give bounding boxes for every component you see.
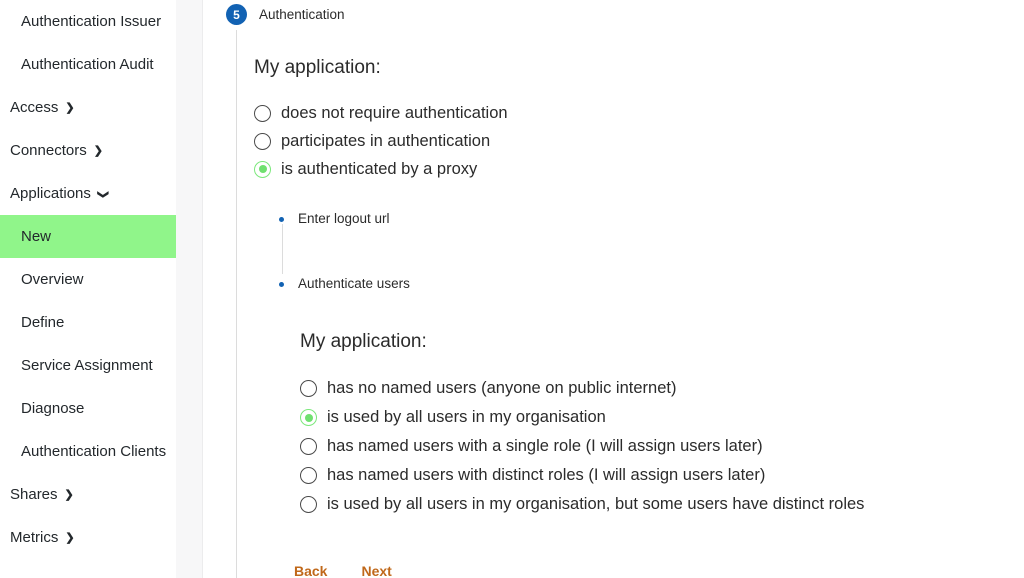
radio-icon[interactable] (254, 105, 271, 122)
sidebar-item-authentication-issuer[interactable]: Authentication Issuer (0, 0, 176, 43)
sidebar-item-label: Authentication Issuer (21, 14, 161, 29)
content-left-margin (203, 0, 222, 578)
sidebar-item-label: Overview (21, 272, 84, 287)
step-header: 5 Authentication (226, 4, 345, 25)
radio-option-label: has no named users (anyone on public int… (327, 380, 676, 397)
sidebar-item-label: Connectors (10, 143, 87, 158)
sidebar-item-overview[interactable]: Overview (0, 258, 176, 301)
radio-option-is-authenticated-by-a-proxy[interactable]: is authenticated by a proxy (254, 155, 1024, 183)
chevron-right-icon (94, 144, 103, 157)
radio-option-named-users-distinct-roles[interactable]: has named users with distinct roles (I w… (300, 461, 1024, 490)
sidebar-item-label: Authentication Audit (21, 57, 154, 72)
main-content: 5 Authentication My application: does no… (222, 0, 1024, 578)
chevron-right-icon (65, 101, 74, 114)
sidebar-item-new[interactable]: New (0, 215, 176, 258)
auth-mode-radio-group: does not require authentication particip… (254, 99, 1024, 183)
radio-option-label: is authenticated by a proxy (281, 161, 477, 178)
sidebar-item-authentication-audit[interactable]: Authentication Audit (0, 43, 176, 86)
step-title: Authentication (259, 8, 345, 22)
substep-label: Authenticate users (298, 277, 410, 291)
user-model-radio-group: has no named users (anyone on public int… (300, 374, 1024, 519)
authenticate-users-section: My application: has no named users (anyo… (300, 332, 1024, 519)
radio-option-participates-in-authentication[interactable]: participates in authentication (254, 127, 1024, 155)
page-heading-application: My application: (254, 58, 1024, 77)
radio-option-has-no-named-users[interactable]: has no named users (anyone on public int… (300, 374, 1024, 403)
substep-connector-line (282, 224, 283, 274)
sidebar-item-define[interactable]: Define (0, 301, 176, 344)
radio-option-does-not-require-authentication[interactable]: does not require authentication (254, 99, 1024, 127)
back-button[interactable]: Back (286, 560, 335, 578)
radio-icon[interactable] (300, 438, 317, 455)
sidebar-item-label: Access (10, 100, 58, 115)
sidebar-item-metrics[interactable]: Metrics (0, 516, 176, 559)
substep-label: Enter logout url (298, 212, 390, 226)
sidebar-item-label: Shares (10, 487, 58, 502)
radio-icon[interactable] (300, 467, 317, 484)
wizard-footer-buttons: Back Next (286, 560, 400, 578)
radio-icon-selected[interactable] (300, 409, 317, 426)
chevron-down-icon (98, 187, 107, 200)
radio-option-label: has named users with a single role (I wi… (327, 438, 763, 455)
sidebar-gutter (176, 0, 203, 578)
sidebar-item-applications[interactable]: Applications (0, 172, 176, 215)
radio-icon-selected[interactable] (254, 161, 271, 178)
step-number-badge: 5 (226, 4, 247, 25)
chevron-right-icon (65, 488, 74, 501)
radio-option-label: is used by all users in my organisation (327, 409, 606, 426)
sidebar-item-connectors[interactable]: Connectors (0, 129, 176, 172)
sidebar-item-shares[interactable]: Shares (0, 473, 176, 516)
sidebar-item-diagnose[interactable]: Diagnose (0, 387, 176, 430)
radio-icon[interactable] (300, 496, 317, 513)
substep-item-enter-logout-url[interactable]: Enter logout url (276, 210, 1024, 228)
sidebar-navigation: Authentication Issuer Authentication Aud… (0, 0, 176, 578)
radio-option-used-by-all-users[interactable]: is used by all users in my organisation (300, 403, 1024, 432)
sidebar-item-label: Metrics (10, 530, 58, 545)
radio-icon[interactable] (254, 133, 271, 150)
sidebar-item-label: Applications (10, 186, 91, 201)
page-heading-application-users: My application: (300, 332, 1024, 351)
sidebar-item-label: Define (21, 315, 64, 330)
sidebar-item-service-assignment[interactable]: Service Assignment (0, 344, 176, 387)
chevron-right-icon (65, 531, 74, 544)
sidebar-item-label: Service Assignment (21, 358, 153, 373)
radio-option-label: is used by all users in my organisation,… (327, 496, 864, 513)
radio-icon[interactable] (300, 380, 317, 397)
radio-option-label: does not require authentication (281, 105, 508, 122)
radio-option-named-users-single-role[interactable]: has named users with a single role (I wi… (300, 432, 1024, 461)
sidebar-item-access[interactable]: Access (0, 86, 176, 129)
radio-option-label: participates in authentication (281, 133, 490, 150)
bullet-dot-icon (279, 282, 284, 287)
step-body: My application: does not require authent… (254, 58, 1024, 578)
sidebar-item-label: New (21, 229, 51, 244)
sidebar-item-authentication-clients[interactable]: Authentication Clients (0, 430, 176, 473)
step-connector-line (236, 30, 237, 578)
radio-option-label: has named users with distinct roles (I w… (327, 467, 765, 484)
next-button[interactable]: Next (353, 560, 399, 578)
radio-option-all-users-some-distinct-roles[interactable]: is used by all users in my organisation,… (300, 490, 1024, 519)
application-window: Authentication Issuer Authentication Aud… (0, 0, 1024, 578)
sidebar-item-label: Diagnose (21, 401, 84, 416)
substep-item-authenticate-users[interactable]: Authenticate users (276, 275, 1024, 293)
substep-list: Enter logout url Authenticate users (276, 210, 1024, 293)
bullet-dot-icon (279, 217, 284, 222)
sidebar-item-label: Authentication Clients (21, 444, 166, 459)
